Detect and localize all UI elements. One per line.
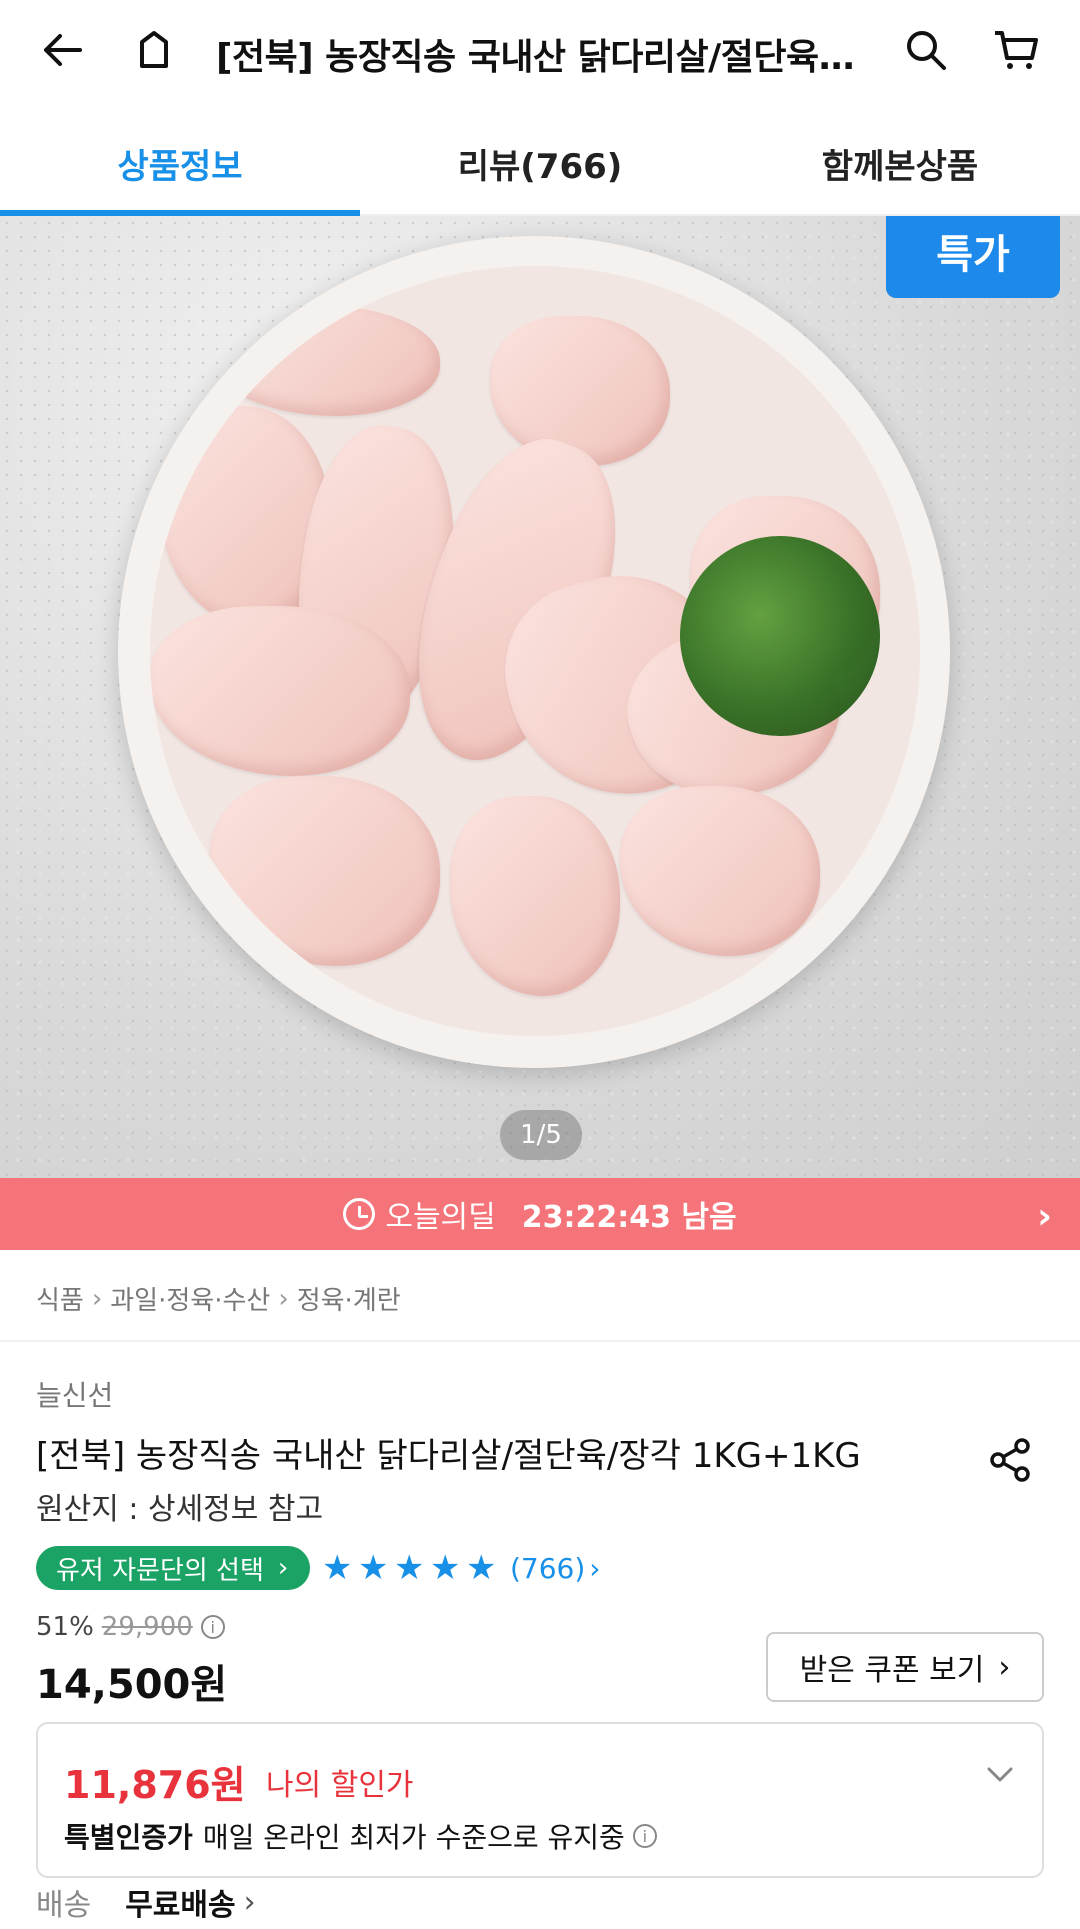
breadcrumb-item[interactable]: 식품 (36, 1280, 84, 1317)
star-icon: ★ (430, 1548, 461, 1588)
origin-info: 원산지 : 상세정보 참고 (36, 1492, 324, 1527)
tab-bar: 상품정보 리뷰(766) 함께본상품 (0, 112, 1080, 216)
tab-reviews[interactable]: 리뷰(766) (360, 112, 720, 214)
page-title: [전북] 농장직송 국내산 닭다리살/절단육/… (216, 37, 856, 78)
chevron-right-icon: › (278, 1283, 289, 1314)
clock-icon (343, 1198, 376, 1230)
chevron-down-icon[interactable] (986, 1760, 1014, 1788)
brand-name[interactable]: 늘신선 (36, 1374, 113, 1414)
parsley-garnish (680, 536, 880, 736)
search-icon[interactable] (898, 22, 954, 78)
chevron-right-icon: › (1037, 1196, 1052, 1237)
info-icon[interactable]: i (200, 1615, 225, 1639)
app-bar: [전북] 농장직송 국내산 닭다리살/절단육/… (0, 0, 1080, 100)
my-discount-price: 11,876원 (64, 1763, 246, 1807)
shipping-label: 배송 (36, 1888, 92, 1923)
star-icon: ★ (466, 1548, 497, 1588)
sale-price: 14,500원 (36, 1662, 228, 1708)
cart-icon[interactable] (988, 22, 1044, 78)
pick-badge-label: 유저 자문단의 선택 (56, 1555, 264, 1586)
divider (0, 1340, 1080, 1342)
cert-text: 매일 온라인 최저가 수준으로 유지중 (202, 1821, 625, 1854)
chevron-right-icon: › (91, 1283, 103, 1314)
special-price-badge: 특가 (886, 216, 1060, 298)
discount-line: 51% 29,900 i (36, 1612, 225, 1642)
chevron-right-icon: › (277, 1553, 289, 1583)
star-icon: ★ (394, 1548, 425, 1588)
chevron-right-icon: › (589, 1551, 601, 1585)
my-discount-box[interactable]: 11,876원 나의 할인가 특별인증가 매일 온라인 최저가 수준으로 유지중… (36, 1722, 1044, 1878)
coupon-button-label: 받은 쿠폰 보기 (799, 1653, 985, 1688)
star-icon: ★ (322, 1548, 353, 1588)
chevron-right-icon: › (243, 1884, 256, 1920)
breadcrumb-item[interactable]: 과일·정육·수산 (110, 1280, 270, 1317)
view-coupons-button[interactable]: 받은 쿠폰 보기 › (766, 1632, 1044, 1702)
discount-rate: 51% (36, 1612, 94, 1642)
rating[interactable]: ★ ★ ★ ★ ★ (766) › (322, 1546, 601, 1590)
review-count: (766) (510, 1551, 586, 1585)
share-icon[interactable] (986, 1436, 1034, 1484)
today-deal-bar[interactable]: 오늘의딜 23:22:43 남음 › (0, 1178, 1080, 1250)
tab-product-info[interactable]: 상품정보 (0, 112, 360, 216)
shipping-row[interactable]: 배송 무료배송 › (36, 1880, 256, 1924)
certified-price-line: 특별인증가 매일 온라인 최저가 수준으로 유지중 i (64, 1816, 657, 1856)
product-title: [전북] 농장직송 국내산 닭다리살/절단육/장각 1KG+1KG (36, 1436, 861, 1476)
chevron-right-icon: › (998, 1649, 1011, 1685)
image-pager: 1/5 (500, 1110, 582, 1160)
deal-countdown: 23:22:43 남음 (521, 1200, 737, 1235)
breadcrumb-item[interactable]: 정육·계란 (297, 1280, 401, 1317)
star-icon: ★ (358, 1548, 389, 1588)
product-image-carousel[interactable]: 특가 1/5 (0, 216, 1080, 1178)
user-panel-pick-badge[interactable]: 유저 자문단의 선택 › (36, 1546, 311, 1590)
back-arrow-icon[interactable] (34, 22, 90, 78)
info-icon[interactable]: i (632, 1824, 657, 1848)
cert-label: 특별인증가 (64, 1821, 193, 1854)
breadcrumb: 식품 › 과일·정육·수산 › 정육·계란 (36, 1280, 401, 1317)
deal-label: 오늘의딜 (385, 1200, 496, 1235)
original-price: 29,900 (101, 1612, 193, 1642)
my-discount-label: 나의 할인가 (266, 1768, 414, 1803)
tab-related-products[interactable]: 함께본상품 (720, 112, 1080, 214)
home-icon[interactable] (126, 22, 182, 78)
shipping-value: 무료배송 (125, 1888, 236, 1923)
